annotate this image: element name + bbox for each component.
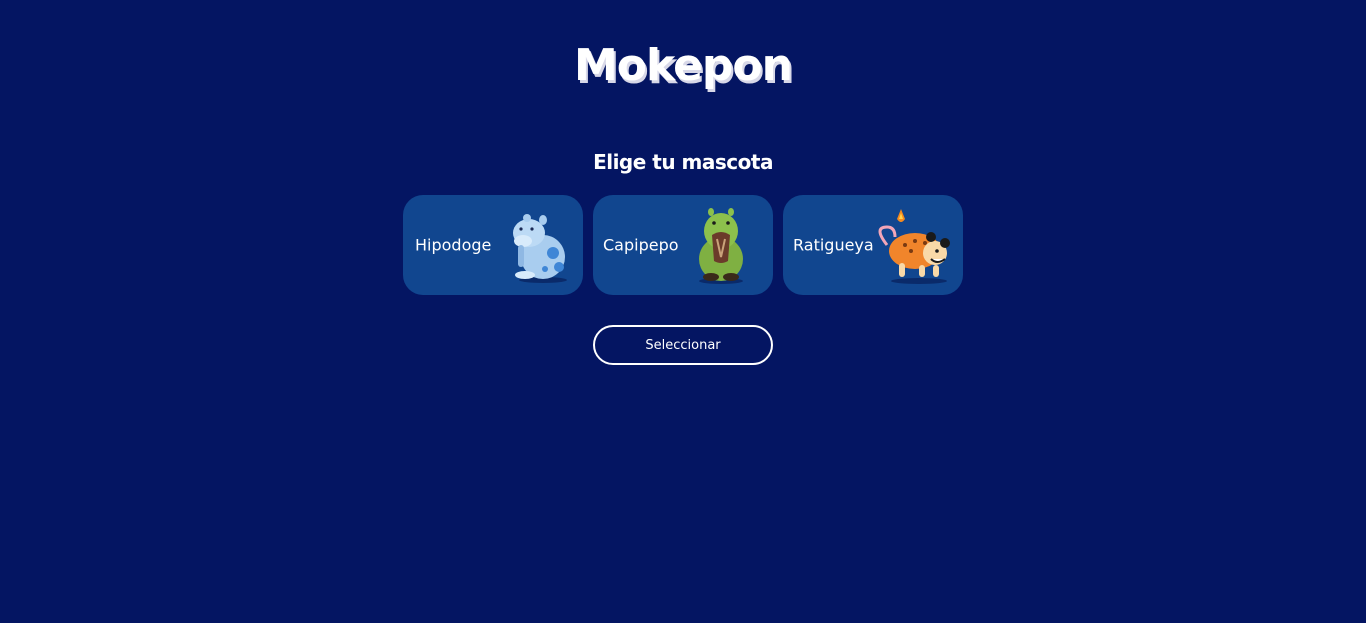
pet-card-hipodoge[interactable]: Hipodoge — [403, 195, 583, 295]
page-title: Mokepon — [574, 40, 793, 91]
ratigueya-pet-icon — [878, 209, 950, 284]
capipepo-pet-icon — [699, 208, 743, 284]
hipodoge-pet-icon — [513, 214, 567, 283]
pet-card-label: Hipodoge — [415, 235, 492, 255]
pet-card-ratigueya[interactable]: Ratigueya — [783, 195, 963, 295]
page: Mokepon Elige tu mascota Hipodoge Capipe… — [0, 0, 1366, 623]
pet-card-label: Capipepo — [603, 235, 679, 255]
pet-card-label: Ratigueya — [793, 235, 874, 255]
select-pet-heading: Elige tu mascota — [593, 150, 773, 174]
pet-card-capipepo[interactable]: Capipepo — [593, 195, 773, 295]
select-pet-button[interactable]: Seleccionar — [593, 325, 773, 365]
pet-options: Hipodoge Capipepo Ratigueya — [403, 195, 963, 295]
